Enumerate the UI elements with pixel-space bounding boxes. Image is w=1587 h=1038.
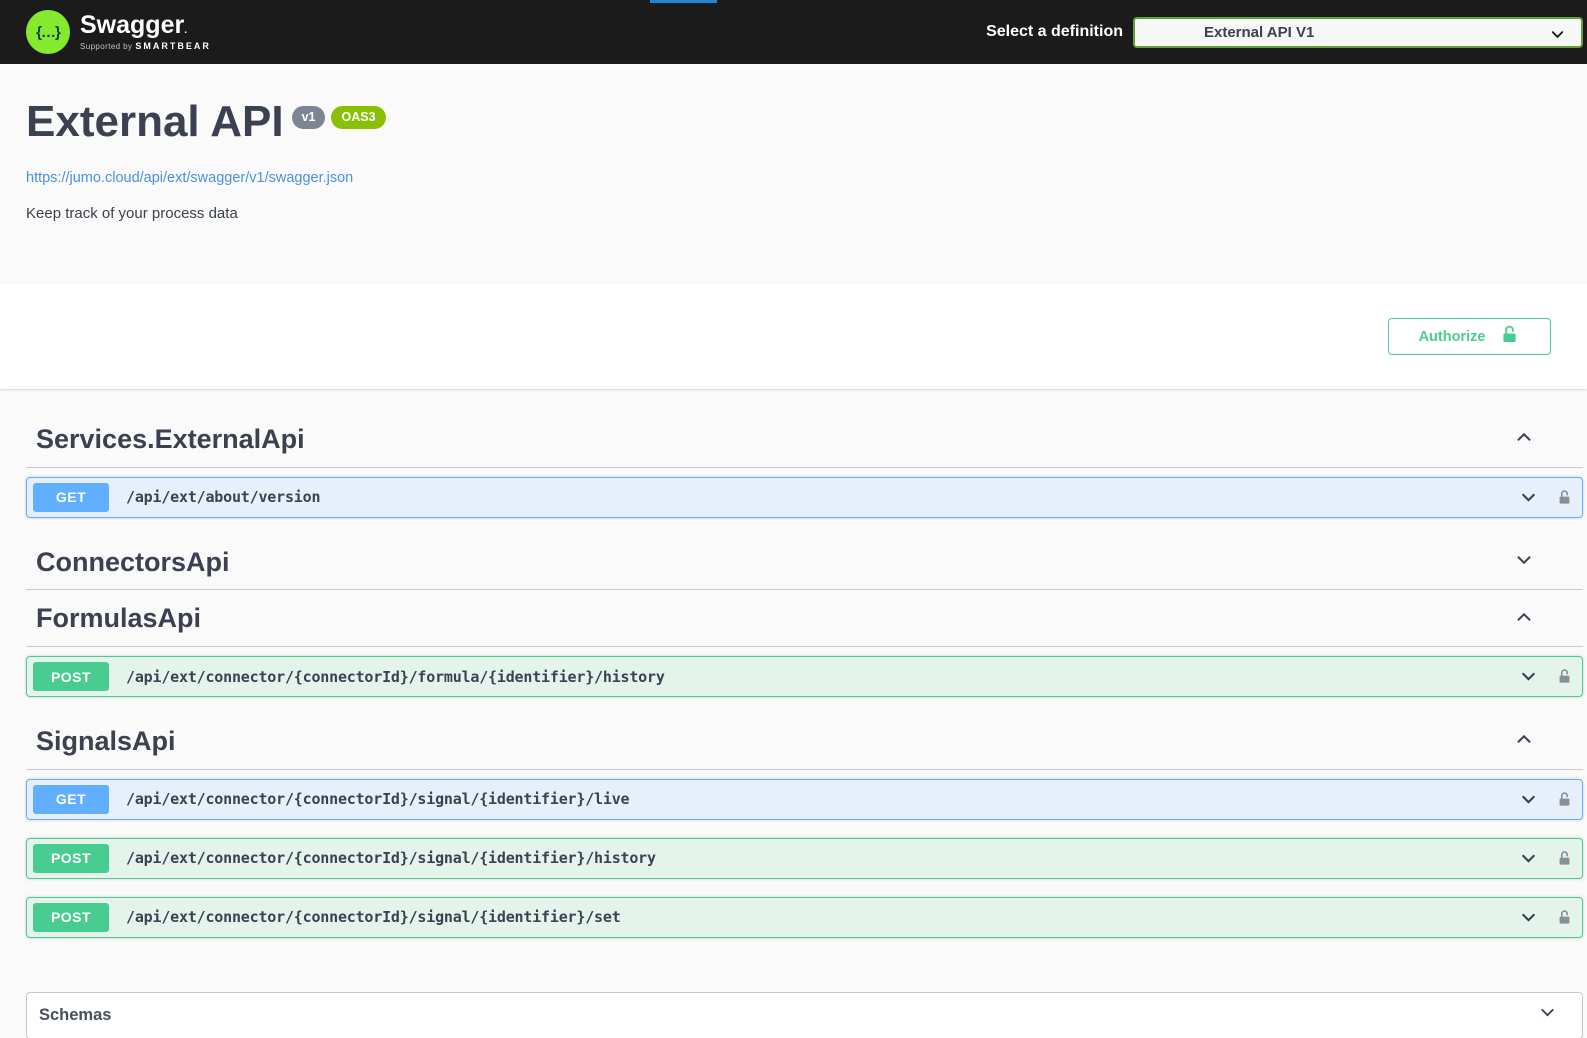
authorize-label: Authorize: [1419, 329, 1486, 345]
logo-wordmark: Swagger.: [80, 13, 211, 38]
tag-header[interactable]: ConnectorsApi: [26, 536, 1583, 591]
swagger-logo-icon: {…}: [26, 10, 70, 54]
tag-header[interactable]: FormulasApi: [26, 592, 1583, 647]
expand-operation-button[interactable]: [1518, 487, 1539, 508]
api-description: Keep track of your process data: [26, 205, 1561, 284]
chevron-down-icon: [1548, 25, 1567, 49]
expand-operation-button[interactable]: [1518, 666, 1539, 687]
api-info-section: External API v1 OAS3 https://jumo.cloud/…: [0, 64, 1587, 284]
unlock-icon: [1499, 324, 1520, 349]
scheme-container: Authorize: [0, 284, 1587, 389]
swagger-logo[interactable]: {…} Swagger. Supported bySMARTBEAR: [26, 10, 211, 54]
operation-lock-button[interactable]: [1556, 489, 1573, 506]
tag-section: ConnectorsApi: [26, 536, 1583, 591]
chevron-up-icon: [1513, 426, 1535, 453]
section-title: FormulasApi: [36, 604, 201, 634]
operation-row[interactable]: POST /api/ext/connector/{connectorId}/si…: [26, 897, 1583, 938]
tag-header[interactable]: SignalsApi: [26, 715, 1583, 770]
tag-section: SignalsApi GET /api/ext/connector/{conne…: [26, 715, 1583, 938]
definition-select-value: External API V1: [1204, 24, 1314, 41]
section-title: Services.ExternalApi: [36, 425, 305, 455]
operations-container: Services.ExternalApi GET /api/ext/about/…: [0, 389, 1587, 938]
operation-lock-button[interactable]: [1556, 791, 1573, 808]
definition-select[interactable]: External API V1: [1133, 17, 1583, 48]
section-title: ConnectorsApi: [36, 548, 230, 578]
operation-lock-button[interactable]: [1556, 850, 1573, 867]
operation-lock-button[interactable]: [1556, 668, 1573, 685]
method-badge: GET: [33, 785, 109, 814]
page-title: External API: [26, 100, 284, 144]
top-loading-strip: [650, 0, 717, 3]
operation-path: /api/ext/connector/{connectorId}/signal/…: [126, 849, 1518, 867]
logo-trademark-dot: .: [184, 25, 187, 36]
operation-row[interactable]: GET /api/ext/connector/{connectorId}/sig…: [26, 779, 1583, 820]
tag-header[interactable]: Services.ExternalApi: [26, 413, 1583, 468]
operation-lock-button[interactable]: [1556, 909, 1573, 926]
method-badge: POST: [33, 903, 109, 932]
smartbear-brand: SMARTBEAR: [135, 41, 211, 51]
section-operations: GET /api/ext/connector/{connectorId}/sig…: [26, 770, 1583, 938]
operation-path: /api/ext/connector/{connectorId}/signal/…: [126, 790, 1518, 808]
operation-row[interactable]: POST /api/ext/connector/{connectorId}/fo…: [26, 656, 1583, 697]
operation-path: /api/ext/connector/{connectorId}/formula…: [126, 668, 1518, 686]
oas3-badge: OAS3: [331, 106, 385, 129]
logo-brackets-glyph: {…}: [36, 24, 60, 41]
chevron-up-icon: [1513, 606, 1535, 633]
authorize-button[interactable]: Authorize: [1388, 318, 1551, 355]
tag-section: FormulasApi POST /api/ext/connector/{con…: [26, 592, 1583, 697]
expand-operation-button[interactable]: [1518, 848, 1539, 869]
expand-operation-button[interactable]: [1518, 907, 1539, 928]
section-operations: GET /api/ext/about/version: [26, 468, 1583, 518]
select-definition-label: Select a definition: [986, 23, 1123, 41]
method-badge: POST: [33, 844, 109, 873]
chevron-down-icon: [1513, 549, 1535, 576]
expand-operation-button[interactable]: [1518, 789, 1539, 810]
method-badge: POST: [33, 662, 109, 691]
topbar: {…} Swagger. Supported bySMARTBEAR Selec…: [0, 0, 1587, 64]
version-badge: v1: [292, 106, 326, 129]
tag-section: Services.ExternalApi GET /api/ext/about/…: [26, 413, 1583, 518]
operation-row[interactable]: GET /api/ext/about/version: [26, 477, 1583, 518]
operation-path: /api/ext/connector/{connectorId}/signal/…: [126, 908, 1518, 926]
method-badge: GET: [33, 483, 109, 512]
section-operations: POST /api/ext/connector/{connectorId}/fo…: [26, 647, 1583, 697]
operation-path: /api/ext/about/version: [126, 488, 1518, 506]
operation-row[interactable]: POST /api/ext/connector/{connectorId}/si…: [26, 838, 1583, 879]
schemas-section: Schemas: [0, 956, 1587, 1038]
supported-by-label: Supported bySMARTBEAR: [80, 41, 211, 51]
schemas-title: Schemas: [39, 1006, 111, 1025]
chevron-up-icon: [1513, 728, 1535, 755]
schemas-toggle[interactable]: Schemas: [26, 992, 1583, 1038]
chevron-down-icon: [1537, 1002, 1558, 1028]
section-title: SignalsApi: [36, 727, 176, 757]
spec-url-link[interactable]: https://jumo.cloud/api/ext/swagger/v1/sw…: [26, 170, 353, 186]
